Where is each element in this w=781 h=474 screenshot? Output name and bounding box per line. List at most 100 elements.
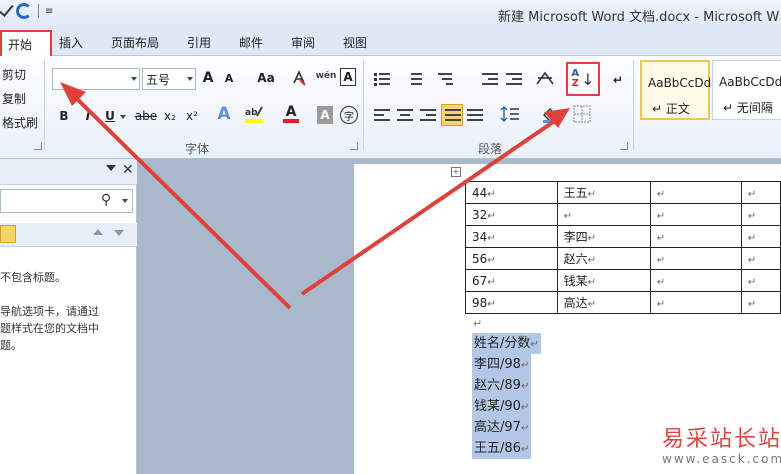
shrink-font-button[interactable]: A xyxy=(219,68,239,88)
table-cell[interactable]: 钱某↵ xyxy=(556,269,651,292)
table-row: 98↵ 高达↵ ↵ ↵ xyxy=(465,291,781,314)
tab-references[interactable]: 引用 xyxy=(187,34,211,51)
underline-button[interactable]: U xyxy=(100,106,120,126)
table-cell[interactable]: ↵ xyxy=(649,291,742,314)
tab-page-layout[interactable]: 页面布局 xyxy=(111,34,159,51)
char-border-button[interactable]: A xyxy=(340,68,356,86)
text-effects-icon[interactable]: A xyxy=(214,104,234,124)
close-icon[interactable]: ✕ xyxy=(122,162,134,178)
tab-insert[interactable]: 插入 xyxy=(59,34,83,51)
table-cell[interactable]: ↵ xyxy=(740,269,781,292)
cut-button[interactable]: 剪切 xyxy=(2,66,26,83)
table-cell[interactable]: 67↵ xyxy=(465,269,558,292)
font-launcher-icon[interactable] xyxy=(350,142,358,150)
tab-home[interactable]: 开始 xyxy=(0,30,52,57)
selected-text-line[interactable]: 王五/86↵ xyxy=(472,438,532,459)
table-cell[interactable]: ↵ xyxy=(649,269,742,292)
table-cell[interactable]: 高达↵ xyxy=(556,291,651,314)
previous-heading-icon[interactable] xyxy=(93,229,103,235)
cell-end-mark: ↵ xyxy=(487,276,496,288)
align-left-icon[interactable] xyxy=(374,108,390,122)
table-cell[interactable]: ↵ xyxy=(740,291,781,314)
tab-mailings[interactable]: 邮件 xyxy=(239,34,263,51)
table-cell[interactable]: 56↵ xyxy=(465,247,558,270)
show-marks-icon[interactable]: ↵ xyxy=(608,70,628,90)
increase-indent-icon[interactable] xyxy=(506,72,522,86)
clipboard-launcher-icon[interactable] xyxy=(34,142,42,150)
strikethrough-button[interactable]: abe xyxy=(133,106,159,126)
clear-format-icon[interactable] xyxy=(292,68,306,88)
bold-button[interactable]: B xyxy=(54,106,74,126)
distribute-icon[interactable] xyxy=(467,108,483,122)
selected-text-line[interactable]: 高达/97↵ xyxy=(472,417,532,438)
table-cell[interactable]: 34↵ xyxy=(465,225,558,248)
asian-layout-icon[interactable] xyxy=(535,68,555,88)
chevron-down-icon[interactable] xyxy=(122,199,128,203)
paragraph-launcher-icon[interactable] xyxy=(620,142,628,150)
table-cell[interactable]: ↵ xyxy=(740,225,781,248)
table-cell[interactable]: ↵ xyxy=(556,203,651,226)
table-cell[interactable]: ↵ xyxy=(649,225,742,248)
highlight-color-icon[interactable]: ab xyxy=(244,104,266,124)
grow-font-button[interactable]: A xyxy=(198,68,218,88)
table-cell[interactable]: ↵ xyxy=(740,247,781,270)
tab-review[interactable]: 审阅 xyxy=(291,34,315,51)
cell-end-mark: ↵ xyxy=(656,210,666,222)
style-no-spacing[interactable]: AaBbCcDd ↵ 无间隔 xyxy=(712,60,781,120)
numbering-icon[interactable] xyxy=(406,72,422,86)
table-cell[interactable]: 32↵ xyxy=(465,203,558,226)
decrease-indent-icon[interactable] xyxy=(482,72,498,86)
format-painter-button[interactable]: 格式刷 xyxy=(2,114,38,131)
table-cell[interactable]: ↵ xyxy=(740,181,781,204)
justify-icon[interactable] xyxy=(441,104,463,126)
browse-headings-icon[interactable] xyxy=(0,225,16,243)
align-center-icon[interactable] xyxy=(397,108,413,122)
shading-icon[interactable] xyxy=(541,104,561,124)
font-color-icon[interactable]: A xyxy=(281,104,301,124)
sort-button[interactable]: AZ ↓ xyxy=(566,62,600,96)
table-cell[interactable]: 44↵ xyxy=(465,181,558,204)
table-cell[interactable]: ↵ xyxy=(649,247,742,270)
multilevel-list-icon[interactable] xyxy=(438,72,454,86)
enclose-chars-button[interactable]: 字 xyxy=(340,106,358,124)
borders-icon[interactable] xyxy=(572,104,592,124)
table-cell[interactable]: ↵ xyxy=(649,203,742,226)
table-cell[interactable]: 98↵ xyxy=(465,291,558,314)
line-spacing-icon[interactable] xyxy=(500,104,520,124)
table-cell[interactable]: ↵ xyxy=(740,203,781,226)
bullets-icon[interactable] xyxy=(374,72,390,86)
qat-customize-icon[interactable]: ≡ xyxy=(45,6,53,17)
nav-menu-chevron-icon[interactable] xyxy=(106,165,116,171)
group-separator xyxy=(363,60,364,150)
undo-icon[interactable] xyxy=(16,3,32,19)
cell-end-mark: ↵ xyxy=(747,276,757,288)
tab-view[interactable]: 视图 xyxy=(343,34,367,51)
table-move-handle-icon[interactable]: + xyxy=(451,167,461,177)
selected-text-line[interactable]: 姓名/分数↵ xyxy=(472,333,541,354)
selected-text-line[interactable]: 李四/98↵ xyxy=(472,354,532,375)
selected-text-line[interactable]: 钱某/90↵ xyxy=(472,396,532,417)
align-right-icon[interactable] xyxy=(420,108,436,122)
cell-end-mark: ↵ xyxy=(656,188,666,200)
style-normal[interactable]: AaBbCcDd ↵ 正文 xyxy=(640,60,711,120)
phonetic-guide-button[interactable]: wén xyxy=(316,66,337,86)
char-shading-button[interactable]: A xyxy=(317,106,333,124)
next-heading-icon[interactable] xyxy=(114,230,124,236)
italic-button[interactable]: I xyxy=(78,106,98,126)
nav-search-input[interactable]: ⚲ xyxy=(0,189,133,213)
superscript-button[interactable]: x² xyxy=(182,106,202,126)
change-case-button[interactable]: Aa xyxy=(253,68,279,88)
cell-end-mark: ↵ xyxy=(747,298,757,310)
table-cell[interactable]: ↵ xyxy=(649,181,742,204)
table-cell[interactable]: 王五↵ xyxy=(556,181,651,204)
table-cell[interactable]: 李四↵ xyxy=(556,225,651,248)
selected-text-line[interactable]: 赵六/89↵ xyxy=(472,375,532,396)
copy-button[interactable]: 复制 xyxy=(2,90,26,107)
search-icon[interactable]: ⚲ xyxy=(101,192,111,208)
table-cell[interactable]: 赵六↵ xyxy=(556,247,651,270)
subscript-button[interactable]: x₂ xyxy=(160,106,180,126)
save-check-icon[interactable] xyxy=(0,1,14,17)
cell-end-mark: ↵ xyxy=(487,232,496,244)
cell-end-mark: ↵ xyxy=(656,232,666,244)
font-name-input[interactable] xyxy=(52,68,140,90)
